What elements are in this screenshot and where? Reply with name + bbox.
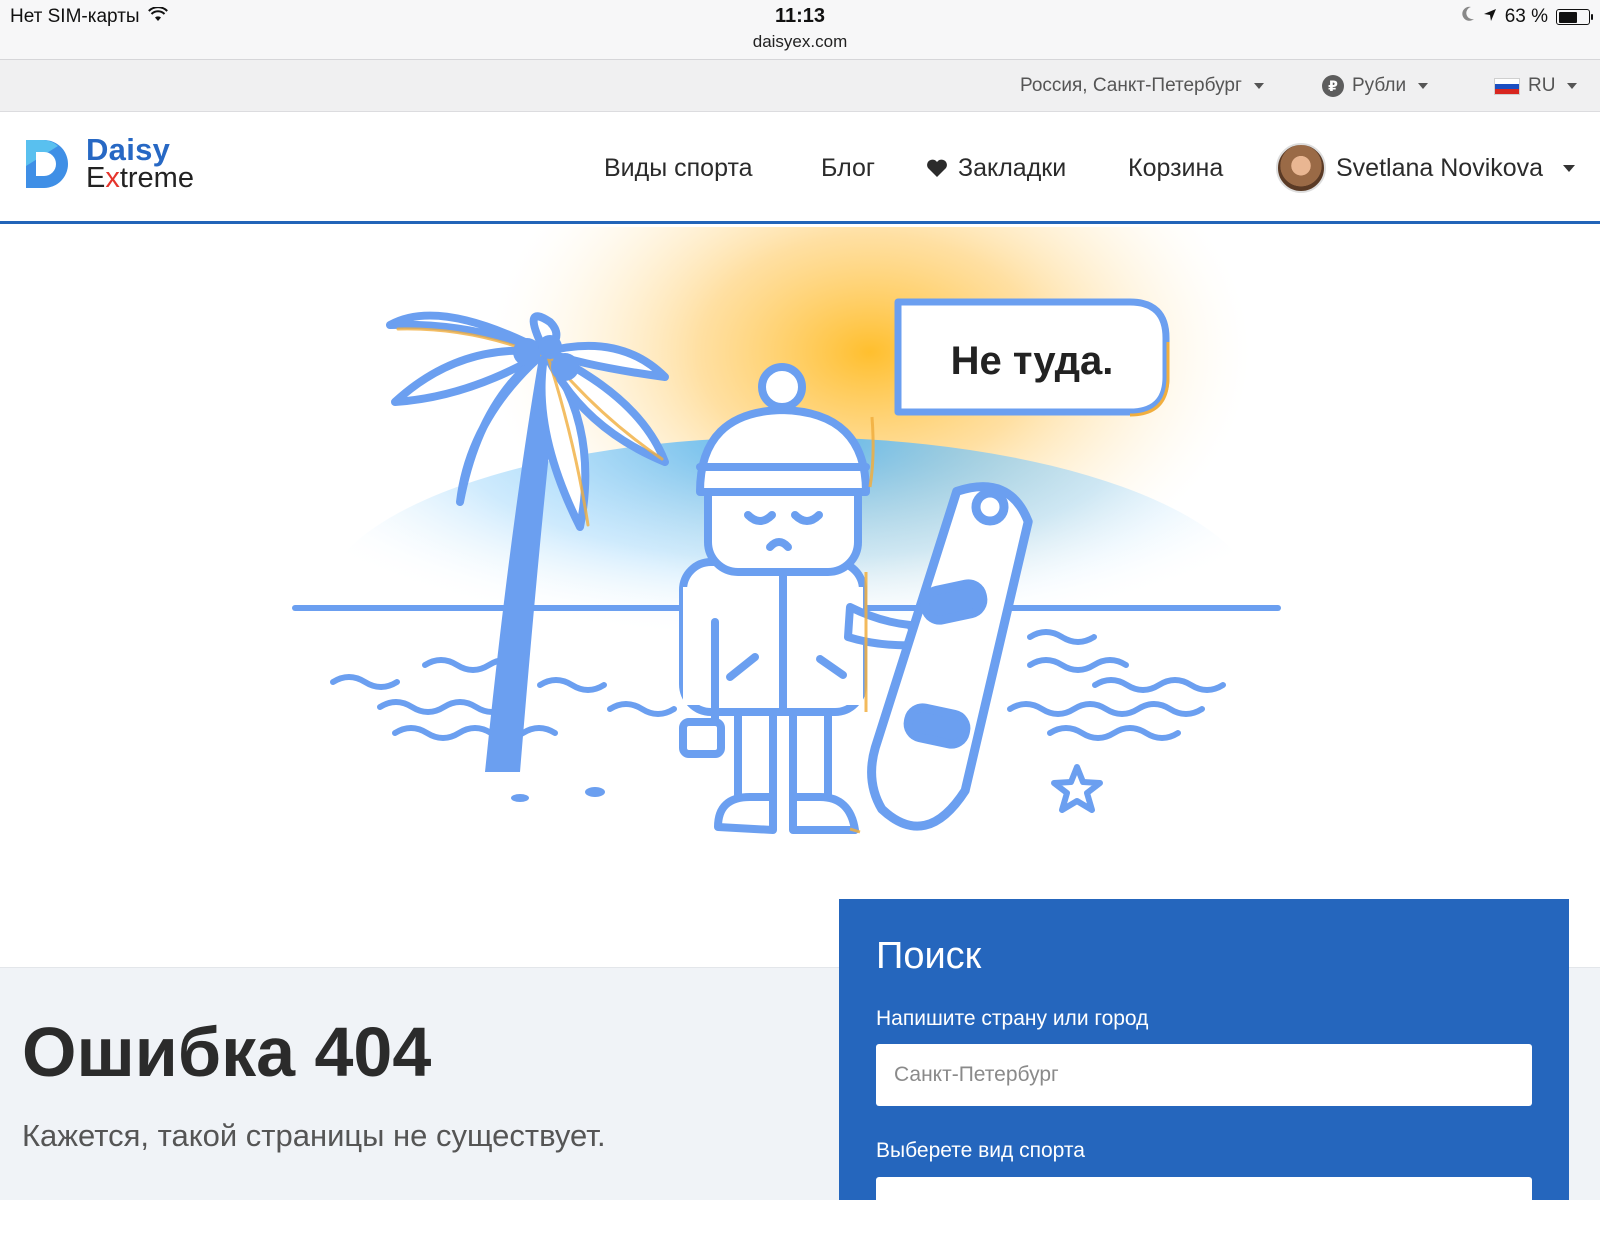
chevron-down-icon [1418,83,1429,89]
nav-cart-label: Корзина [1128,153,1224,182]
currency-label: Рубли [1352,75,1407,96]
error-subtitle: Кажется, такой страницы не существует. [22,1118,606,1153]
battery-level [1558,11,1577,23]
user-menu[interactable]: Svetlana Novikova [1276,112,1576,224]
nav-cart[interactable]: Корзина [1128,112,1223,224]
currency-selector[interactable]: ₽ Рубли [1322,60,1429,112]
ruble-icon: ₽ [1322,75,1344,97]
location-label: Россия, Санкт-Петербург [1020,75,1242,96]
sport-field-label: Выберете вид спорта [876,1139,1085,1162]
nav-blog[interactable]: Блог [821,112,875,224]
error-title: Ошибка 404 [22,1013,432,1091]
speech-bubble-text: Не туда. [950,339,1114,383]
sport-select[interactable] [876,1177,1532,1239]
nav-blog-label: Блог [821,153,876,182]
nav-sports[interactable]: Виды спорта [604,112,753,224]
logo-line-1: Daisy [86,132,171,167]
location-arrow-icon [1483,6,1497,28]
battery-icon [1556,9,1593,25]
logo-line-2: Extreme [86,162,194,194]
chevron-down-icon [1563,164,1576,172]
logo-wordmark: Daisy Extreme [86,132,194,194]
logo-letter-e: E [86,162,106,194]
avatar [1276,143,1326,193]
nav-bookmarks-label: Закладки [958,153,1067,182]
nav-bookmarks[interactable]: Закладки [926,112,1066,224]
sand-dot [585,787,605,797]
location-field-label: Напишите страну или город [876,1007,1149,1030]
chevron-down-icon [1567,83,1578,89]
language-label: RU [1528,75,1556,96]
site-header: Daisy Extreme Виды спорта Блог Закладки … [0,112,1600,224]
logo-letter-x: x [105,162,120,194]
moon-icon [1461,6,1475,28]
sand-dot [511,794,529,802]
logo-letters-treme: treme [119,162,194,194]
user-name: Svetlana Novikova [1336,153,1544,182]
search-title: Поиск [876,935,982,977]
logo-mark-icon [26,140,68,188]
utility-bar: Россия, Санкт-Петербург ₽ Рубли RU [0,60,1600,112]
status-bar: Нет SIM-карты 11:13 daisyex.com 63 % [0,0,1600,60]
beach-scene-illustration [292,227,1281,834]
language-selector[interactable]: RU [1494,60,1578,112]
location-input[interactable] [876,1044,1532,1106]
russia-flag-icon [1494,77,1520,95]
address-bar-url[interactable]: daisyex.com [0,32,1600,52]
site-logo[interactable]: Daisy Extreme [22,132,194,194]
location-selector[interactable]: Россия, Санкт-Петербург [1020,60,1264,112]
search-panel: Поиск Напишите страну или город Выберете… [839,899,1569,1239]
battery-percent: 63 % [1504,6,1548,27]
nav-sports-label: Виды спорта [604,153,753,182]
clock: 11:13 [774,5,826,27]
heart-icon [927,159,947,177]
status-indicators: 63 % [1461,6,1593,28]
error-illustration: Не туда. [0,227,1600,967]
chevron-down-icon [1253,83,1264,89]
